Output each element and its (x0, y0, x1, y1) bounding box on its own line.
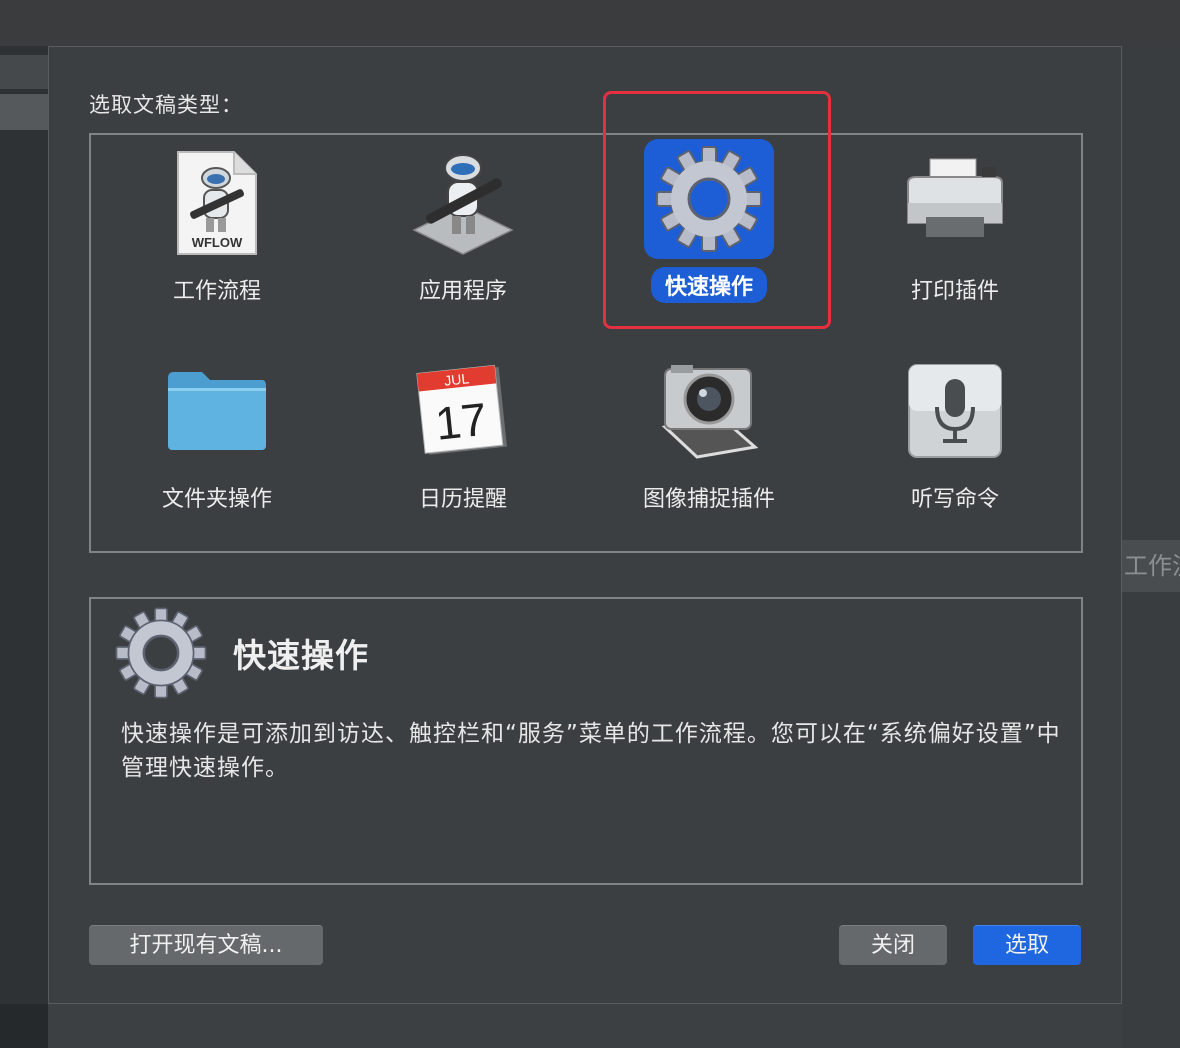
type-tile-dictation[interactable]: 听写命令 (855, 351, 1055, 541)
calendar-day: 17 (433, 393, 489, 450)
automator-robot-icon (398, 143, 528, 263)
type-tile-workflow[interactable]: WFLOW 工作流程 (117, 143, 317, 333)
gear-icon (113, 605, 209, 701)
camera-icon (644, 351, 774, 471)
background-window-bottom (48, 1004, 1122, 1048)
printer-icon (890, 143, 1020, 263)
background-window-titlebar (0, 0, 1180, 46)
calendar-month: JUL (443, 370, 470, 389)
microphone-icon (890, 351, 1020, 471)
type-tile-folder-action[interactable]: 文件夹操作 (117, 351, 317, 541)
type-label-print-plugin: 打印插件 (910, 279, 999, 304)
type-label-application: 应用程序 (418, 279, 507, 304)
background-sidebar-row-selected (0, 94, 48, 130)
description-title: 快速操作 (233, 636, 369, 675)
document-type-grid: WFLOW 工作流程 应用程序 快速操作 打印插件 文件夹操作 JUL 17 日… (89, 133, 1083, 553)
document-type-prompt: 选取文稿类型： (89, 93, 243, 117)
type-tile-application[interactable]: 应用程序 (363, 143, 563, 333)
type-label-workflow: 工作流程 (172, 279, 261, 304)
calendar-icon: JUL 17 (398, 351, 528, 471)
background-partial-label: 工作流 (1122, 540, 1180, 592)
folder-icon (152, 351, 282, 471)
description-text: 快速操作是可添加到访达、触控栏和“服务”菜单的工作流程。您可以在“系统偏好设置”… (121, 721, 1061, 781)
type-label-folder-action: 文件夹操作 (161, 487, 272, 512)
background-sidebar-row (0, 55, 48, 89)
choose-button[interactable]: 选取 (973, 925, 1081, 965)
close-button[interactable]: 关闭 (839, 925, 947, 965)
workflow-file-extension: WFLOW (192, 235, 243, 250)
open-existing-document-button[interactable]: 打开现有文稿... (89, 925, 323, 965)
type-label-image-capture: 图像捕捉插件 (642, 487, 775, 512)
type-tile-print-plugin[interactable]: 打印插件 (855, 143, 1055, 333)
gear-icon (644, 139, 774, 259)
type-tile-image-capture[interactable]: 图像捕捉插件 (609, 351, 809, 541)
type-tile-quick-action[interactable]: 快速操作 (609, 139, 809, 329)
new-document-sheet: 选取文稿类型： WFLOW 工作流程 应用程序 快速操作 打印插件 文件夹操作 … (48, 46, 1122, 1004)
type-label-quick-action: 快速操作 (650, 267, 767, 303)
type-tile-calendar-alarm[interactable]: JUL 17 日历提醒 (363, 351, 563, 541)
type-label-dictation: 听写命令 (910, 487, 999, 512)
type-label-calendar-alarm: 日历提醒 (418, 487, 507, 512)
workflow-file-icon: WFLOW (152, 143, 282, 263)
description-panel: 快速操作 快速操作是可添加到访达、触控栏和“服务”菜单的工作流程。您可以在“系统… (89, 597, 1083, 885)
background-window-sidebar (0, 46, 48, 1048)
